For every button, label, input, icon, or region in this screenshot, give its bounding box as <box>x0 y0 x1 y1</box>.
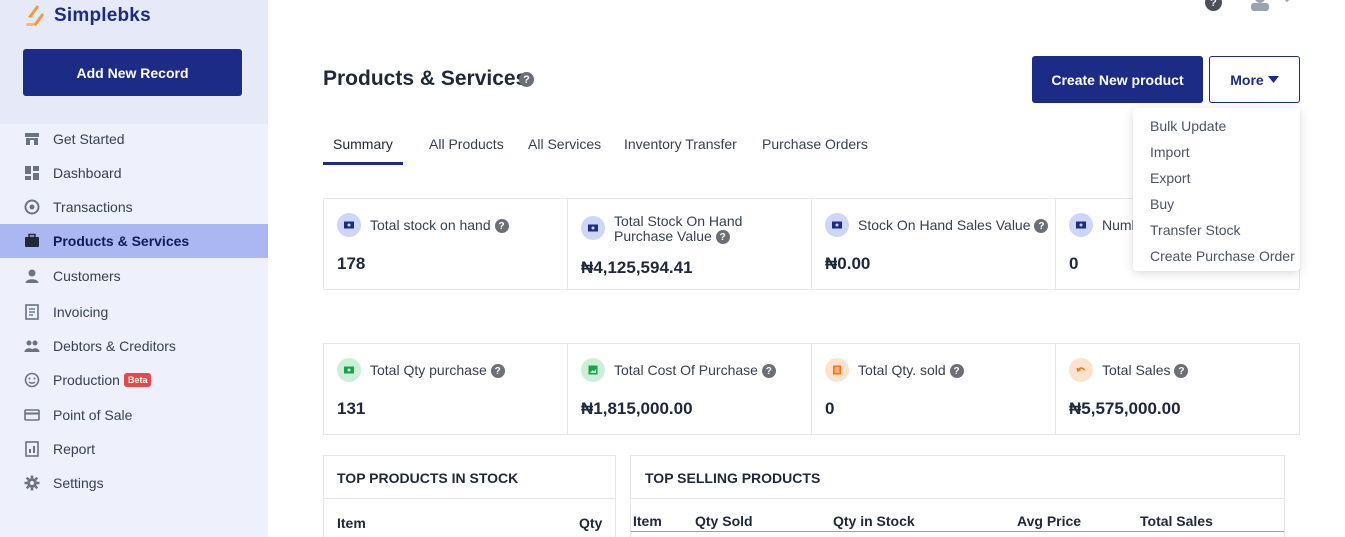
help-icon[interactable]: ? <box>1174 364 1189 379</box>
sidebar-item-debtors-creditors[interactable]: Debtors & Creditors <box>0 329 268 363</box>
column-header-avg-price[interactable]: Avg Price <box>1017 513 1081 529</box>
menu-item-export[interactable]: Export <box>1133 165 1300 191</box>
column-header-item[interactable]: Item <box>337 515 366 531</box>
transactions-icon <box>24 199 40 215</box>
help-icon[interactable]: ? <box>949 364 964 379</box>
panel-title: TOP SELLING PRODUCTS <box>645 470 821 486</box>
dashboard-icon <box>24 165 40 181</box>
stat-card-qty-purchase: Total Qty purchase ? 131 <box>323 343 568 435</box>
top-selling-products-panel: TOP SELLING PRODUCTS Item Qty Sold Qty i… <box>630 455 1285 537</box>
menu-item-import[interactable]: Import <box>1133 139 1300 165</box>
card-label: Total stock on hand <box>370 217 491 233</box>
card-value: ₦5,575,000.00 <box>1069 399 1181 418</box>
column-header-qty-sold[interactable]: Qty Sold <box>695 513 753 529</box>
active-tab-indicator <box>323 162 403 165</box>
stat-card-sales-value: Stock On Hand Sales Value ? ₦0.00 <box>811 198 1056 290</box>
sidebar-item-settings[interactable]: Settings <box>0 466 268 500</box>
money-icon <box>337 213 361 237</box>
sidebar-item-transactions[interactable]: Transactions <box>0 190 268 224</box>
logo-icon <box>26 5 44 26</box>
tab-summary[interactable]: Summary <box>333 128 393 164</box>
card-label: Total Qty purchase <box>370 362 487 378</box>
sidebar-item-get-started[interactable]: Get Started <box>0 122 268 156</box>
tab-all-services[interactable]: All Services <box>528 128 601 164</box>
sidebar-item-report[interactable]: Report <box>0 432 268 466</box>
money-icon <box>581 216 605 240</box>
sidebar: Simplebks Add New Record Get Started Das… <box>0 0 268 537</box>
user-icon <box>24 268 40 284</box>
app-logo[interactable]: Simplebks <box>24 3 151 29</box>
money-icon <box>825 213 849 237</box>
help-icon[interactable]: ? <box>1034 219 1049 234</box>
card-label: Total Qty. sold <box>858 362 946 378</box>
briefcase-icon <box>24 233 40 249</box>
app-name: Simplebks <box>54 5 151 26</box>
caret-down-icon <box>1267 75 1279 83</box>
more-dropdown-menu: Bulk Update Import Export Buy Transfer S… <box>1133 108 1300 271</box>
stat-card-qty-sold: Total Qty. sold ? 0 <box>811 343 1056 435</box>
card-value: 0 <box>825 399 835 418</box>
divider <box>324 498 615 499</box>
tab-inventory-transfer[interactable]: Inventory Transfer <box>624 128 737 164</box>
sidebar-item-invoicing[interactable]: Invoicing <box>0 295 268 329</box>
beta-badge: Beta <box>123 373 152 387</box>
column-header-qty[interactable]: Qty <box>579 515 602 531</box>
create-new-product-button[interactable]: Create New product <box>1032 56 1203 103</box>
panel-title: TOP PRODUCTS IN STOCK <box>337 470 519 486</box>
gear-icon <box>24 475 40 491</box>
help-icon[interactable]: ? <box>519 72 534 87</box>
stat-card-total-sales: Total Sales ? ₦5,575,000.00 <box>1055 343 1300 435</box>
add-new-record-button[interactable]: Add New Record <box>23 49 242 96</box>
tab-all-products[interactable]: All Products <box>429 128 504 164</box>
list-icon <box>825 358 849 382</box>
column-header-total-sales[interactable]: Total Sales <box>1140 513 1213 529</box>
card-value: ₦0.00 <box>825 254 871 273</box>
image-icon <box>581 358 605 382</box>
tab-purchase-orders[interactable]: Purchase Orders <box>762 128 868 164</box>
sidebar-item-point-of-sale[interactable]: Point of Sale <box>0 398 268 432</box>
help-icon[interactable]: ? <box>715 230 730 245</box>
more-button[interactable]: More <box>1209 56 1300 103</box>
top-products-in-stock-panel: TOP PRODUCTS IN STOCK Item Qty <box>323 455 616 537</box>
column-header-qty-in-stock[interactable]: Qty in Stock <box>833 513 915 529</box>
card-value: ₦4,125,594.41 <box>581 258 693 277</box>
menu-item-buy[interactable]: Buy <box>1133 191 1300 217</box>
store-icon <box>24 131 40 147</box>
sidebar-item-products-services[interactable]: Products & Services <box>0 224 268 258</box>
card-value: 178 <box>337 254 366 273</box>
card-label: Total Sales <box>1102 362 1171 378</box>
divider <box>631 498 1284 499</box>
help-icon[interactable]: ? <box>1205 0 1222 11</box>
money-icon <box>1069 213 1093 237</box>
card-value: 131 <box>337 399 366 418</box>
page-title: Products & Services <box>323 67 528 90</box>
chevron-down-icon[interactable] <box>1282 0 1292 5</box>
sidebar-item-dashboard[interactable]: Dashboard <box>0 156 268 190</box>
report-icon <box>24 441 40 457</box>
card-value: ₦1,815,000.00 <box>581 399 693 418</box>
stat-card-purchase-value: Total Stock On Hand Purchase Value ? ₦4,… <box>567 198 812 290</box>
user-avatar-icon[interactable] <box>1250 0 1270 11</box>
sidebar-item-customers[interactable]: Customers <box>0 259 268 293</box>
card-label: Stock On Hand Sales Value <box>858 217 1031 233</box>
return-icon <box>1069 358 1093 382</box>
stat-card-cost-of-purchase: Total Cost Of Purchase ? ₦1,815,000.00 <box>567 343 812 435</box>
menu-item-transfer-stock[interactable]: Transfer Stock <box>1133 217 1300 243</box>
help-icon[interactable]: ? <box>490 364 505 379</box>
column-header-item[interactable]: Item <box>633 513 662 529</box>
card-value: 0 <box>1069 254 1079 273</box>
menu-item-bulk-update[interactable]: Bulk Update <box>1133 113 1300 139</box>
card-label: Total Cost Of Purchase <box>614 362 758 378</box>
stat-card-total-stock: Total stock on hand ? 178 <box>323 198 568 290</box>
menu-item-create-purchase-order[interactable]: Create Purchase Order <box>1133 243 1300 269</box>
table-header-line <box>631 531 1284 532</box>
cash-icon <box>337 358 361 382</box>
card-icon <box>24 407 40 423</box>
help-icon[interactable]: ? <box>761 364 776 379</box>
invoice-icon <box>24 304 40 320</box>
help-icon[interactable]: ? <box>494 219 509 234</box>
production-icon <box>24 372 40 388</box>
people-icon <box>24 338 40 354</box>
sidebar-item-production[interactable]: Production Beta <box>0 363 268 397</box>
